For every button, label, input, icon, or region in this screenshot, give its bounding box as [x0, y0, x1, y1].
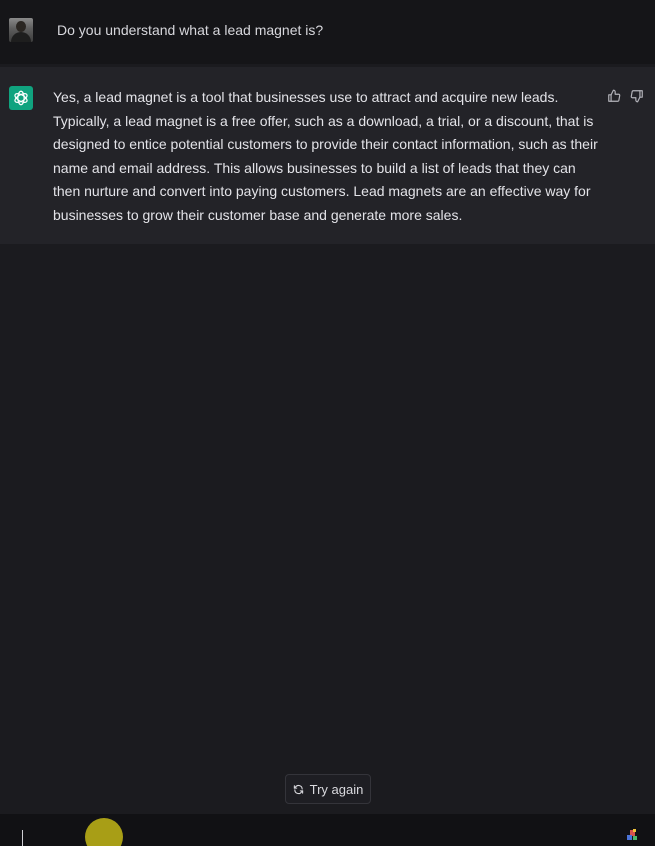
thumbs-down-icon[interactable] [628, 87, 646, 105]
assistant-message-text: Yes, a lead magnet is a tool that busine… [53, 89, 598, 223]
assistant-message-row: Yes, a lead magnet is a tool that busine… [0, 67, 655, 244]
user-avatar [9, 18, 33, 42]
send-icon[interactable] [625, 828, 639, 842]
user-message-row: Do you understand what a lead magnet is? [0, 0, 655, 64]
openai-logo-icon [9, 86, 33, 110]
try-again-button[interactable]: Try again [285, 774, 371, 804]
text-caret [22, 830, 23, 846]
try-again-label: Try again [309, 781, 364, 797]
refresh-icon [293, 784, 303, 794]
thumbs-up-icon[interactable] [605, 87, 623, 105]
chat-page: Do you understand what a lead magnet is?… [0, 0, 655, 846]
user-message-text: Do you understand what a lead magnet is? [57, 22, 324, 38]
